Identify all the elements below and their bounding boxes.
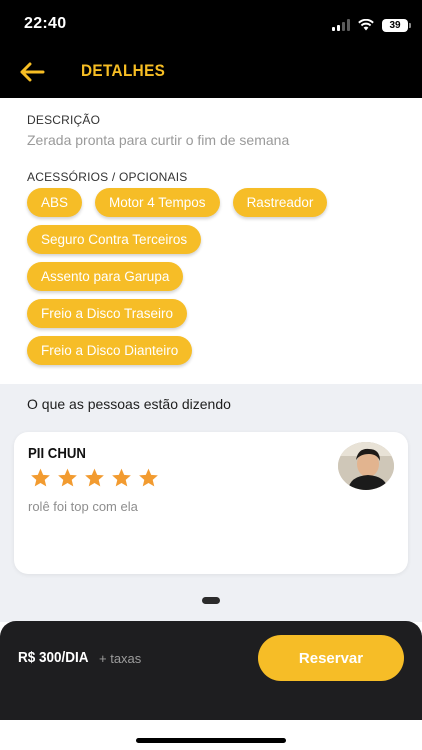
star-icon — [58, 468, 77, 487]
reserve-button[interactable]: Reservar — [258, 635, 404, 681]
home-area — [0, 720, 422, 750]
daily-price: R$ 300/DIA — [18, 649, 89, 666]
status-icons: 39 — [332, 15, 411, 35]
accessory-chip-seguro[interactable]: Seguro Contra Terceiros — [27, 225, 202, 254]
back-button[interactable] — [16, 58, 48, 86]
app-header: 22:40 39 DETALHES — [0, 0, 422, 98]
star-icon — [31, 468, 50, 487]
accessories-label: ACESSÓRIOS / OPCIONAIS — [27, 170, 188, 184]
wifi-icon — [358, 19, 374, 31]
reviewer-name: PII CHUN — [28, 445, 86, 462]
reviewer-avatar — [338, 442, 394, 490]
accessory-chip-rastreador[interactable]: Rastreador — [232, 188, 328, 217]
description-label: DESCRIÇÃO — [27, 113, 101, 127]
battery-icon: 39 — [382, 18, 411, 32]
star-icon — [112, 468, 131, 487]
review-card[interactable]: PII CHUN rolê foi top com ela — [14, 432, 408, 574]
star-icon — [85, 468, 104, 487]
reviews-heading: O que as pessoas estão dizendo — [27, 396, 231, 412]
taxes-note: + taxas — [99, 651, 142, 666]
reservation-bar: R$ 300/DIA + taxas Reservar — [0, 621, 422, 720]
pager-dot[interactable] — [202, 597, 220, 604]
accessory-chip-abs[interactable]: ABS — [27, 188, 83, 217]
accessories-list: ABS Motor 4 Tempos Rastreador Seguro Con… — [27, 188, 407, 373]
user-avatar-icon — [338, 442, 394, 490]
review-text: rolê foi top com ela — [28, 499, 138, 514]
status-time: 22:40 — [24, 15, 67, 32]
accessory-chip-freio-traseiro[interactable]: Freio a Disco Traseiro — [27, 299, 188, 328]
star-icon — [139, 468, 158, 487]
description-text: Zerada pronta para curtir o fim de seman… — [27, 132, 290, 148]
arrow-left-icon — [20, 62, 45, 82]
home-indicator[interactable] — [136, 738, 286, 743]
accessory-chip-motor[interactable]: Motor 4 Tempos — [95, 188, 220, 217]
signal-icon — [332, 19, 350, 31]
star-rating — [29, 467, 160, 489]
reviews-section: O que as pessoas estão dizendo PII CHUN … — [0, 384, 422, 622]
page-title: DETALHES — [81, 61, 166, 80]
accessory-chip-assento[interactable]: Assento para Garupa — [27, 262, 184, 291]
accessory-chip-freio-dianteiro[interactable]: Freio a Disco Dianteiro — [27, 336, 193, 365]
